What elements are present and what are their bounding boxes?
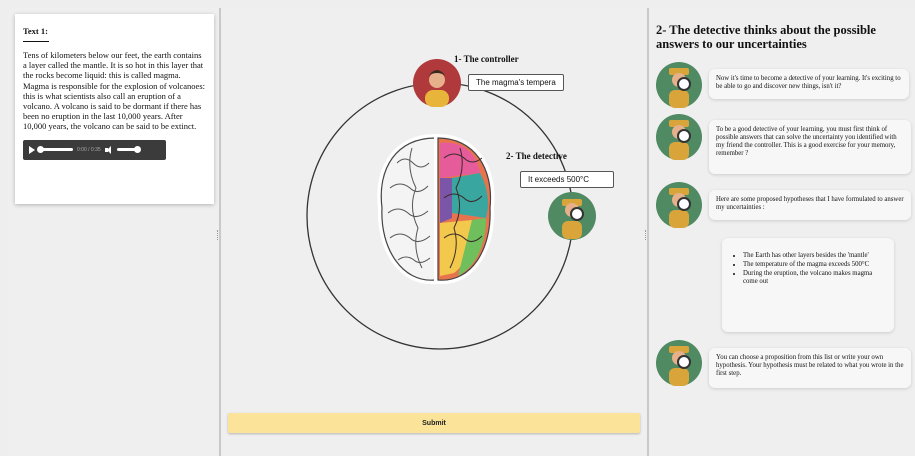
controller-speech-bubble: The magma's tempera	[468, 74, 564, 91]
right-panel: 2- The detective thinks about the possib…	[650, 8, 915, 456]
middle-panel: 1- The controller The magma's tempera 2-…	[222, 8, 646, 456]
volume-slider[interactable]	[116, 146, 141, 154]
detective-avatar-1	[656, 62, 702, 108]
audio-player: 0:00 / 0:35	[23, 139, 166, 160]
detective-avatar	[548, 192, 596, 240]
text-card-body: Tens of kilometers below our feet, the e…	[23, 50, 206, 132]
hypothesis-item[interactable]: During the eruption, the volcano makes m…	[743, 270, 887, 286]
hypotheses-list: The Earth has other layers besides the '…	[722, 238, 894, 332]
left-splitter[interactable]	[217, 8, 223, 456]
left-panel: Text 1: Tens of kilometers below our fee…	[8, 8, 218, 456]
detective-label: 2- The detective	[506, 151, 567, 161]
controller-avatar	[413, 59, 461, 107]
chat-message-1: Now it's time to become a detective of y…	[709, 69, 909, 99]
right-splitter[interactable]	[645, 8, 651, 456]
hypothesis-item[interactable]: The temperature of the magma exceeds 500…	[743, 261, 887, 269]
volume-icon[interactable]	[104, 145, 113, 154]
chat-message-2: To be a good detective of your learning,…	[709, 120, 911, 174]
detective-avatar-3	[656, 182, 702, 228]
detective-avatar-4	[656, 340, 702, 386]
detective-speech-bubble: It exceeds 500°C	[520, 171, 614, 188]
play-icon[interactable]	[29, 145, 35, 154]
chat-message-4: You can choose a proposition from this l…	[709, 348, 911, 388]
detective-avatar-2	[656, 114, 702, 160]
brain-illustration	[377, 133, 495, 285]
submit-button[interactable]: Submit	[228, 413, 640, 433]
text-card: Text 1: Tens of kilometers below our fee…	[15, 14, 214, 204]
controller-label: 1- The controller	[454, 54, 519, 64]
audio-time: 0:00 / 0:35	[77, 146, 101, 153]
text-card-title: Text 1:	[23, 26, 48, 36]
cycle-diagram	[306, 59, 596, 350]
hypothesis-item[interactable]: The Earth has other layers besides the '…	[743, 252, 887, 260]
right-panel-title: 2- The detective thinks about the possib…	[656, 23, 876, 51]
audio-progress-slider[interactable]	[37, 146, 73, 154]
title-underline	[23, 41, 49, 42]
chat-message-3: Here are some proposed hypotheses that I…	[709, 190, 911, 220]
